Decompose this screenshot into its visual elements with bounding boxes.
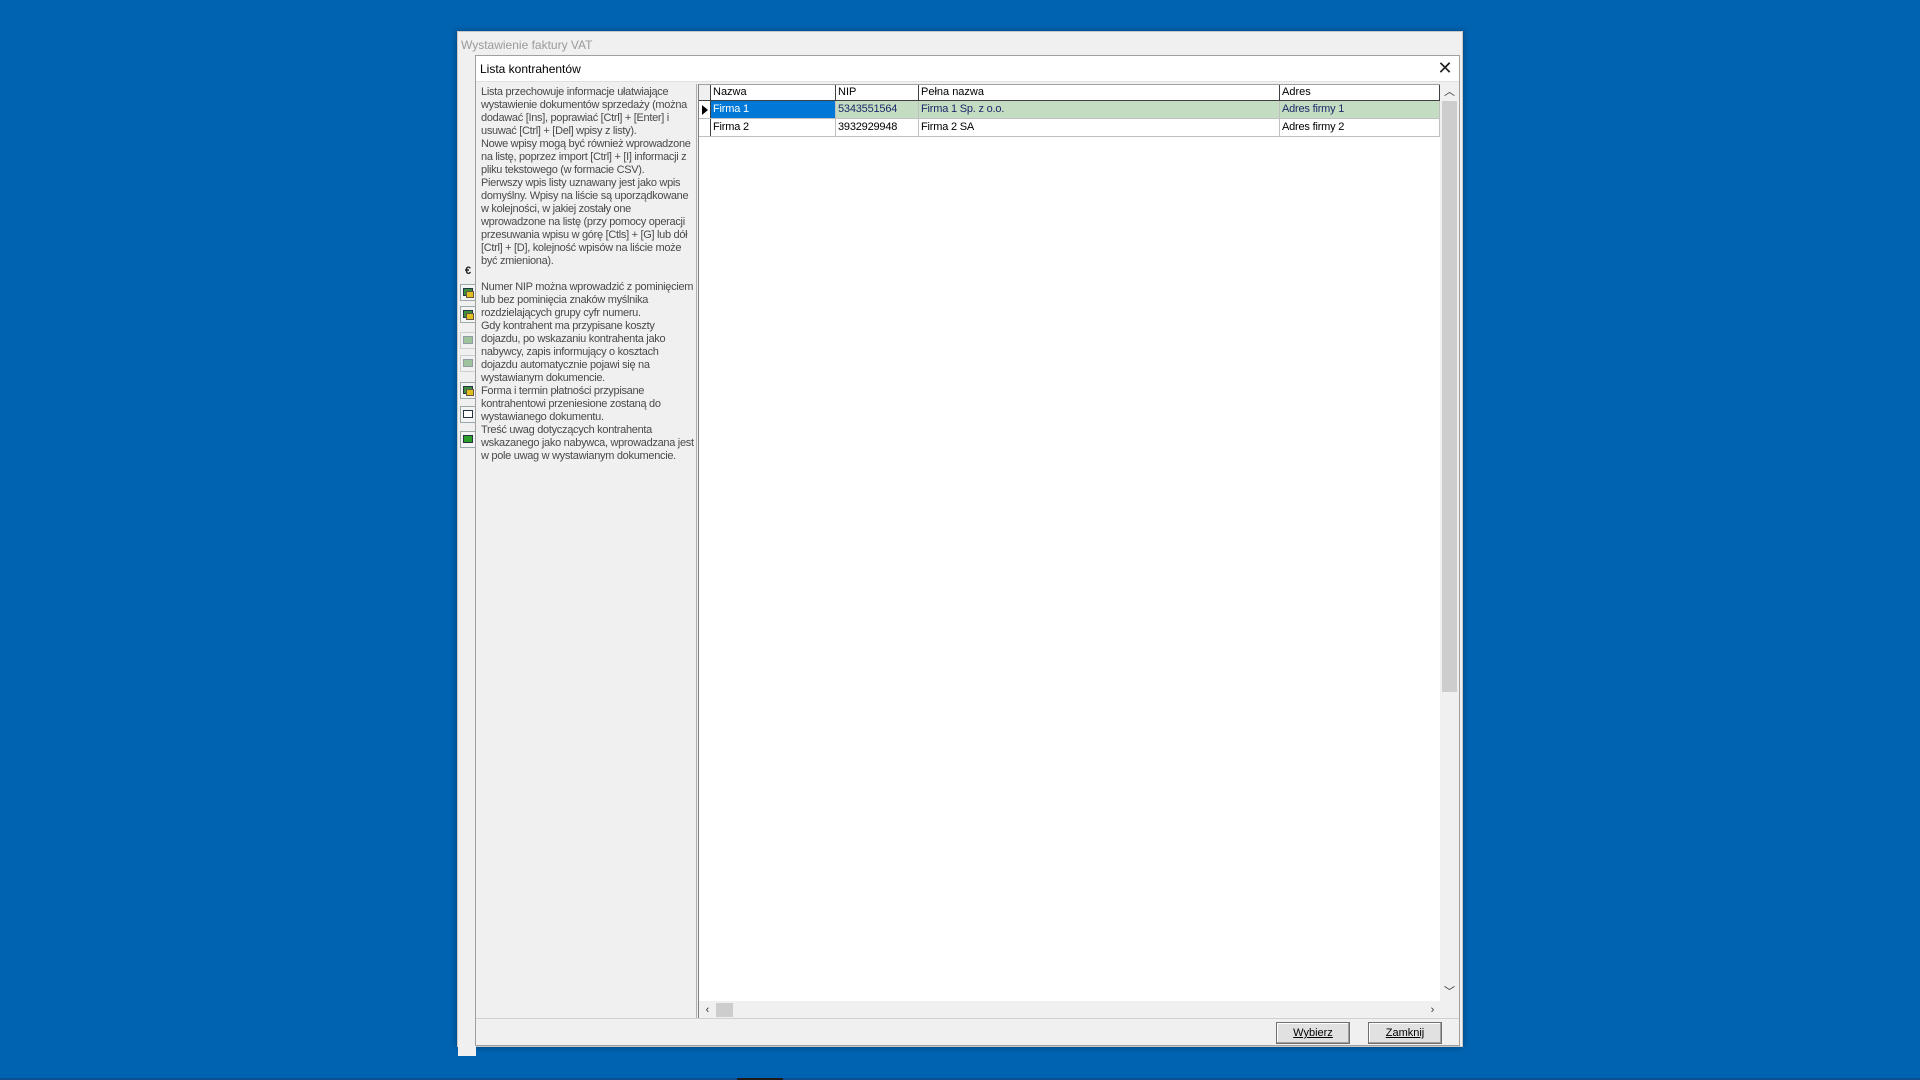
- scroll-left-icon[interactable]: ‹: [699, 1001, 716, 1019]
- info-paragraph: Treść uwag dotyczących kontrahenta wskaz…: [481, 424, 694, 462]
- scroll-right-icon[interactable]: ›: [1424, 1001, 1441, 1019]
- info-paragraph: Gdy kontrahent ma przypisane koszty doja…: [481, 320, 666, 384]
- vertical-scroll-thumb[interactable]: [1442, 101, 1457, 692]
- dialog-titlebar: Lista kontrahentów ✕: [476, 56, 1459, 82]
- scrollbar-corner: [1440, 1001, 1459, 1019]
- cell-nip[interactable]: 5343551564: [836, 101, 919, 118]
- close-icon[interactable]: ✕: [1433, 58, 1457, 80]
- scroll-up-icon[interactable]: ︿: [1440, 84, 1459, 101]
- copy-record-icon[interactable]: [460, 332, 476, 349]
- current-row-arrow-icon: [702, 105, 708, 115]
- contractors-grid[interactable]: Nazwa NIP Pełna nazwa Adres Firma 1 5343…: [698, 84, 1459, 1019]
- table-row[interactable]: Firma 2 3932929948 Firma 2 SA Adres firm…: [699, 119, 1440, 137]
- info-paragraph: Nowe wpisy mogą być również wprowadzone …: [481, 138, 691, 176]
- cell-pelna-nazwa[interactable]: Firma 2 SA: [919, 119, 1280, 136]
- column-header-pelna-nazwa[interactable]: Pełna nazwa: [919, 85, 1280, 100]
- row-indicator: [699, 119, 711, 136]
- edit-record-icon[interactable]: [460, 306, 476, 323]
- contractors-dialog: Lista kontrahentów ✕ Lista przechowuje i…: [475, 55, 1460, 1046]
- info-panel: Lista przechowuje informacje ułatwiające…: [478, 84, 697, 1019]
- left-toolbar: €: [458, 56, 476, 1056]
- add-record-icon[interactable]: [460, 284, 476, 301]
- vertical-scrollbar[interactable]: ︿ ﹀: [1440, 84, 1459, 1001]
- parent-window-title: Wystawienie faktury VAT: [461, 38, 593, 52]
- scroll-down-icon[interactable]: ﹀: [1440, 984, 1459, 1001]
- grid-header: Nazwa NIP Pełna nazwa Adres: [699, 84, 1440, 101]
- select-button[interactable]: Wybierz: [1276, 1022, 1350, 1044]
- info-paragraph: Numer NIP można wprowadzić z pominięciem…: [481, 281, 694, 319]
- info-paragraph: Pierwszy wpis listy uznawany jest jako w…: [481, 177, 689, 267]
- column-header-adres[interactable]: Adres: [1280, 85, 1440, 100]
- table-icon[interactable]: [460, 406, 476, 423]
- close-button[interactable]: Zamknij: [1368, 1022, 1442, 1044]
- column-header-nazwa[interactable]: Nazwa: [711, 85, 836, 100]
- row-indicator: [699, 101, 711, 118]
- table-row[interactable]: Firma 1 5343551564 Firma 1 Sp. z o.o. Ad…: [699, 101, 1440, 119]
- cell-nazwa[interactable]: Firma 2: [711, 119, 836, 136]
- row-indicator-header: [699, 85, 711, 100]
- dialog-title: Lista kontrahentów: [480, 62, 581, 76]
- cell-nazwa[interactable]: Firma 1: [711, 101, 836, 118]
- euro-icon[interactable]: €: [460, 264, 476, 281]
- print-icon[interactable]: [460, 382, 476, 399]
- dialog-footer: Wybierz Zamknij: [476, 1018, 1459, 1045]
- back-record-icon[interactable]: [460, 355, 476, 372]
- cell-adres[interactable]: Adres firmy 2: [1280, 119, 1440, 136]
- cell-pelna-nazwa[interactable]: Firma 1 Sp. z o.o.: [919, 101, 1280, 118]
- export-icon[interactable]: [460, 431, 476, 448]
- info-paragraph: Forma i termin płatności przypisane kont…: [481, 385, 661, 423]
- horizontal-scrollbar[interactable]: ‹ ›: [699, 1001, 1441, 1019]
- horizontal-scroll-thumb[interactable]: [716, 1003, 733, 1017]
- info-paragraph: Lista przechowuje informacje ułatwiające…: [481, 86, 687, 137]
- cell-nip[interactable]: 3932929948: [836, 119, 919, 136]
- column-header-nip[interactable]: NIP: [836, 85, 919, 100]
- cell-adres[interactable]: Adres firmy 1: [1280, 101, 1440, 118]
